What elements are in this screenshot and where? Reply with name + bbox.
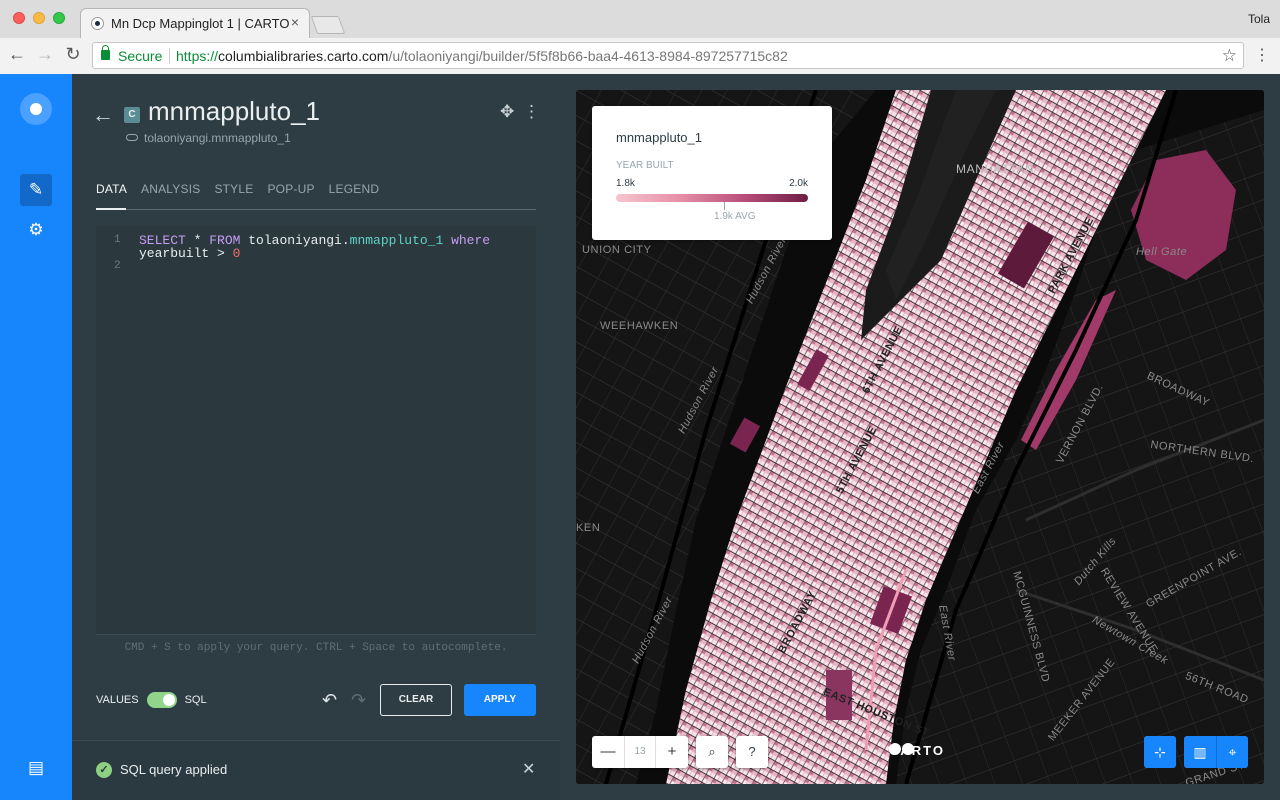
tab-style[interactable]: STYLE <box>214 182 253 210</box>
map-legend: mnmappluto_1 YEAR BUILT 1.8k 2.0k 1.9k A… <box>592 106 832 240</box>
link-icon <box>126 134 138 141</box>
toggle-sql-label: SQL <box>184 694 207 706</box>
left-rail: ✎ ⚙ ▤ <box>0 74 72 800</box>
sql-line-1-wrap[interactable]: yearbuilt > 0 <box>139 247 240 260</box>
forward-icon[interactable]: → <box>34 44 56 65</box>
layer-panel: ← C mnmappluto_1 tolaoniyangi.mnmappluto… <box>72 74 560 800</box>
back-arrow-icon[interactable]: ← <box>92 102 114 128</box>
minimize-window-button[interactable] <box>33 12 45 24</box>
notification-bar: ✓ SQL query applied ✕ <box>72 740 560 800</box>
search-icon[interactable]: ⌕ <box>696 736 728 768</box>
label-hell-gate: Hell Gate <box>1136 246 1188 258</box>
tabs-divider <box>96 209 536 210</box>
map-pin-icon[interactable]: ⌖ <box>1216 736 1248 768</box>
browser-toolbar: ← → ↻ Secure https://columbialibraries.c… <box>0 38 1280 74</box>
zoom-control: — 13 + <box>592 736 688 768</box>
label-weehawken: WEEHAWKEN <box>600 320 679 332</box>
address-bar[interactable]: Secure https://columbialibraries.carto.c… <box>92 42 1244 69</box>
toggle-values-label: VALUES <box>96 694 139 706</box>
secure-label: Secure <box>118 48 163 64</box>
widgets-icon[interactable]: ▥ <box>1184 736 1216 768</box>
carto-logo-icon[interactable] <box>20 93 52 125</box>
zoom-level: 13 <box>624 736 656 768</box>
label-manhattan: MANHATTAN <box>956 162 1035 176</box>
legend-max: 2.0k <box>789 178 808 189</box>
reload-icon[interactable]: ↻ <box>62 44 84 65</box>
map-canvas[interactable]: MANHATTAN UNION CITY WEEHAWKEN KEN Hell … <box>576 90 1264 784</box>
check-icon: ✓ <box>96 762 112 778</box>
layer-letter-badge: C <box>124 107 140 123</box>
help-icon[interactable]: ? <box>736 736 768 768</box>
legend-min: 1.8k <box>616 178 635 189</box>
zoom-in-button[interactable]: + <box>656 736 688 768</box>
back-icon[interactable]: ← <box>6 44 28 65</box>
browser-chrome: Mn Dcp Mappinglot 1 | CARTO × Tola ← → ↻… <box>0 0 1280 74</box>
legend-subtitle: YEAR BUILT <box>616 160 674 171</box>
carto-favicon-icon <box>91 17 104 30</box>
move-icon[interactable]: ✥ <box>500 102 514 122</box>
undo-icon[interactable]: ↶ <box>322 690 337 711</box>
line-number: 1 <box>114 234 121 246</box>
browser-menu-icon[interactable]: ⋮ <box>1254 45 1270 65</box>
carto-dot-icon <box>902 743 914 755</box>
zoom-out-button[interactable]: — <box>592 736 624 768</box>
tab-data[interactable]: DATA <box>96 182 127 210</box>
sql-editor[interactable]: 1 SELECT * FROM tolaoniyangi.mnmappluto_… <box>96 226 536 634</box>
maximize-window-button[interactable] <box>53 12 65 24</box>
legend-color-ramp <box>616 194 808 202</box>
feedback-chat-icon[interactable]: ▤ <box>20 752 52 784</box>
close-window-button[interactable] <box>13 12 25 24</box>
lock-icon <box>101 45 110 60</box>
tab-title: Mn Dcp Mappinglot 1 | CARTO <box>111 16 290 31</box>
tab-popup[interactable]: POP-UP <box>267 182 314 210</box>
values-sql-toggle: VALUES SQL <box>96 692 207 708</box>
tab-legend[interactable]: LEGEND <box>329 182 380 210</box>
browser-tab[interactable]: Mn Dcp Mappinglot 1 | CARTO × <box>80 8 310 38</box>
line-number: 2 <box>114 260 121 272</box>
tab-analysis[interactable]: ANALYSIS <box>141 182 200 210</box>
sql-toggle-switch[interactable] <box>146 692 177 708</box>
apply-button[interactable]: APPLY <box>464 684 536 716</box>
legend-title: mnmappluto_1 <box>616 130 702 145</box>
label-ken: KEN <box>576 522 601 534</box>
settings-sliders-icon[interactable]: ⚙ <box>20 214 52 246</box>
clear-button[interactable]: CLEAR <box>380 684 452 716</box>
new-tab-button[interactable] <box>310 16 346 34</box>
active-tab-indicator <box>96 208 126 210</box>
close-icon[interactable]: ✕ <box>522 759 535 779</box>
draw-tool-icon[interactable]: ⊹ <box>1144 736 1176 768</box>
carto-attribution: CARTO <box>888 742 943 758</box>
edit-pencil-icon[interactable]: ✎ <box>20 174 52 206</box>
editor-hint: CMD + S to apply your query. CTRL + Spac… <box>96 634 536 660</box>
profile-name[interactable]: Tola <box>1248 12 1270 26</box>
label-union-city: UNION CITY <box>582 244 652 256</box>
panel-divider <box>560 74 576 800</box>
notification-text: SQL query applied <box>120 762 228 777</box>
tab-close-icon[interactable]: × <box>291 14 299 30</box>
legend-avg: 1.9k AVG <box>714 211 756 222</box>
layer-source: tolaoniyangi.mnmappluto_1 <box>126 131 291 145</box>
layer-title[interactable]: mnmappluto_1 <box>148 96 320 127</box>
more-options-icon[interactable]: ⋮ <box>523 102 540 122</box>
bookmark-star-icon[interactable]: ☆ <box>1222 46 1237 66</box>
address-separator <box>169 48 170 64</box>
layer-tabs: DATA ANALYSIS STYLE POP-UP LEGEND <box>96 182 379 210</box>
url-text[interactable]: https://columbialibraries.carto.com/u/to… <box>176 48 788 64</box>
redo-icon[interactable]: ↷ <box>351 690 366 711</box>
legend-avg-tick <box>724 202 725 210</box>
